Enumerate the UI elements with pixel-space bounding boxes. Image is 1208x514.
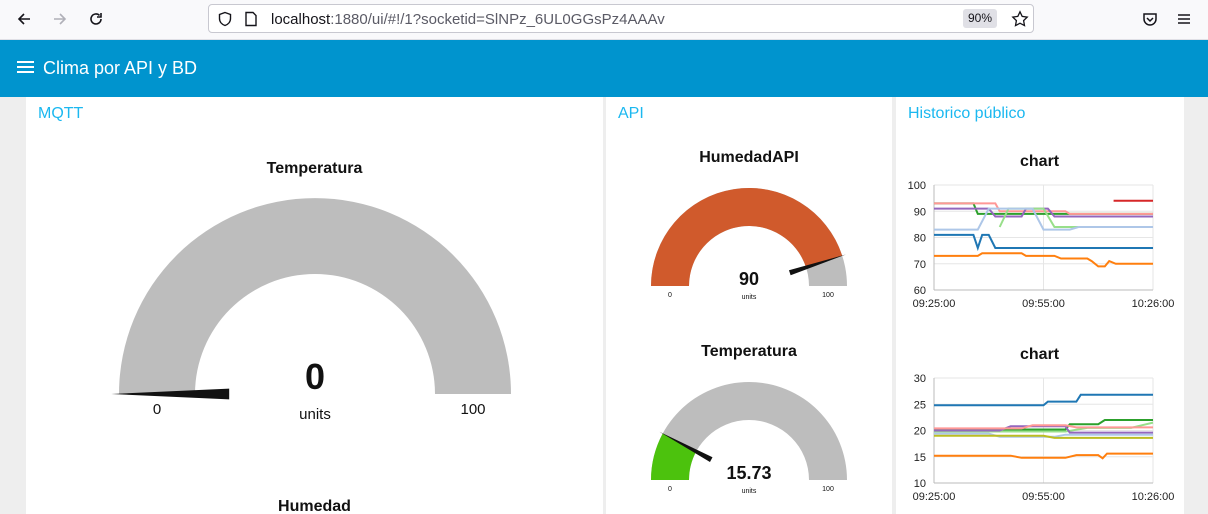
- reload-icon: [90, 13, 102, 25]
- y-tick-label: 25: [914, 399, 926, 411]
- browser-toolbar: localhost:1880/ui/#!/1?socketid=SlNPz_6U…: [0, 0, 1208, 40]
- y-tick-label: 20: [914, 426, 926, 438]
- gauge-title: Temperatura: [701, 343, 797, 360]
- y-tick-label: 10: [914, 478, 926, 490]
- group-title: API: [618, 105, 644, 122]
- app-title: Clima por API y BD: [43, 58, 198, 78]
- gauge-title: HumedadAPI: [699, 149, 799, 166]
- group-historico: Historico público chart 100 90 80 70 60 09:25…: [896, 97, 1184, 514]
- y-tick-label: 100: [908, 180, 926, 192]
- gauge-units: units: [742, 294, 757, 299]
- url-text[interactable]: localhost:1880/ui/#!/1?socketid=SlNPz_6U…: [271, 11, 665, 28]
- y-tick-label: 80: [914, 233, 926, 245]
- back-button[interactable]: [13, 8, 35, 30]
- page-icon[interactable]: [243, 11, 259, 27]
- url-host: localhost: [271, 11, 331, 28]
- address-bar[interactable]: localhost:1880/ui/#!/1?socketid=SlNPz_6U…: [208, 4, 1034, 33]
- star-icon[interactable]: [1011, 10, 1029, 28]
- y-tick-label: 70: [914, 259, 926, 271]
- gauge-min: 0: [668, 292, 672, 299]
- group-title: MQTT: [38, 105, 84, 122]
- forward-button[interactable]: [49, 8, 71, 30]
- gauge-value: 90: [739, 269, 759, 289]
- x-tick-label: 09:25:00: [913, 298, 956, 310]
- y-tick-label: 60: [914, 285, 926, 297]
- line-chart-1: 100 90 80 70 6009:25:00 09:55:00 10:26:00: [908, 180, 1175, 310]
- y-tick-label: 15: [914, 452, 926, 464]
- gauge-min: 0: [153, 401, 161, 418]
- y-tick-label: 90: [914, 206, 926, 218]
- gauge-value: 0: [305, 356, 325, 397]
- gauge-max: 100: [822, 486, 834, 493]
- menu-button[interactable]: [1173, 8, 1195, 30]
- arrow-left-icon: [17, 13, 30, 25]
- x-tick-label: 10:26:00: [1132, 491, 1175, 503]
- reload-button[interactable]: [85, 8, 107, 30]
- group-api: API HumedadAPI 90 units 0 100 Temperatur…: [606, 97, 892, 514]
- gauge-humedad: 90 units 0 100: [651, 188, 847, 299]
- zoom-badge[interactable]: 90%: [963, 9, 998, 28]
- humedad-label: Humedad: [278, 498, 351, 514]
- line-chart-2: 30 25 20 15 1009:25:00 09:55:00 10:26:00: [913, 373, 1175, 503]
- hamburger-menu-icon[interactable]: [17, 61, 34, 74]
- x-tick-label: 09:25:00: [913, 491, 956, 503]
- gauge-units: units: [742, 488, 757, 493]
- x-tick-label: 10:26:00: [1132, 298, 1175, 310]
- gauge-value: 15.73: [726, 463, 771, 483]
- arrow-right-icon: [54, 13, 67, 25]
- x-tick-label: 09:55:00: [1022, 491, 1065, 503]
- url-path: :1880/ui/#!/1?socketid=SlNPz_6UL0GGsPz4A…: [330, 11, 665, 28]
- gauge-temperatura-api: 15.73 units 0 100: [651, 382, 847, 493]
- y-tick-label: 30: [914, 373, 926, 385]
- gauge-temperatura: 0 units 0 100: [111, 198, 511, 423]
- shield-icon[interactable]: [217, 11, 233, 27]
- group-mqtt: MQTT Temperatura 0 units 0 100 Humedad: [26, 97, 603, 514]
- gauge-max: 100: [822, 292, 834, 299]
- app-header: Clima por API y BD: [0, 40, 1208, 97]
- chart-title: chart: [1020, 153, 1060, 170]
- group-title: Historico público: [908, 105, 1026, 122]
- gauge-min: 0: [668, 486, 672, 493]
- pocket-icon: [1143, 13, 1157, 26]
- gauge-max: 100: [460, 401, 485, 418]
- menu-icon: [1178, 14, 1190, 24]
- gauge-title: Temperatura: [266, 160, 363, 177]
- pocket-button[interactable]: [1139, 8, 1161, 30]
- gauge-units: units: [299, 406, 331, 423]
- chart-title: chart: [1020, 346, 1060, 363]
- x-tick-label: 09:55:00: [1022, 298, 1065, 310]
